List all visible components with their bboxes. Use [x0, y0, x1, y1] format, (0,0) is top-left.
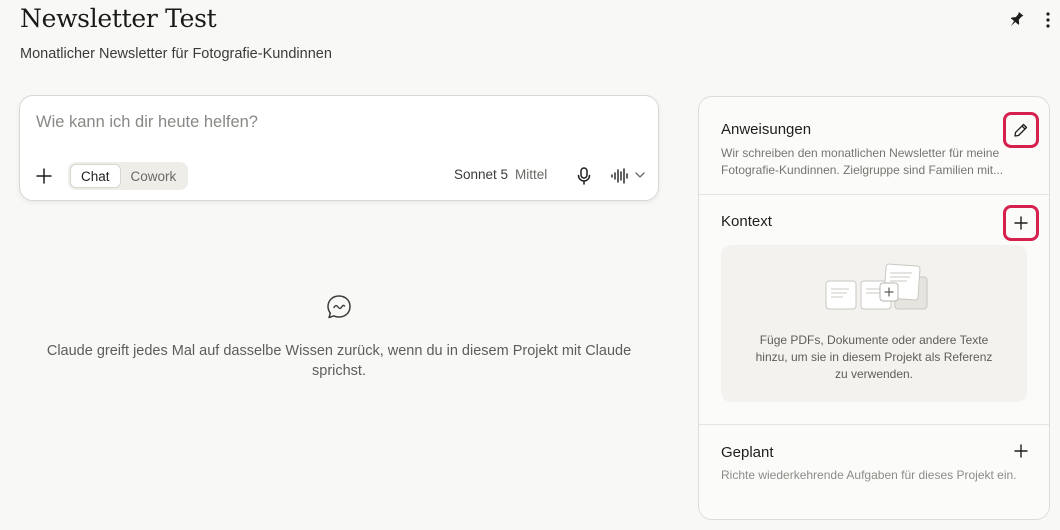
documents-illustration: [825, 263, 928, 310]
instructions-title: Anweisungen: [721, 121, 812, 138]
context-title: Kontext: [721, 213, 772, 230]
instructions-text: Wir schreiben den monatlichen Newsletter…: [721, 146, 1004, 177]
mic-icon[interactable]: [574, 166, 594, 186]
add-planned-task-button[interactable]: [1013, 443, 1029, 459]
message-input[interactable]: [36, 110, 636, 134]
model-selector[interactable]: Sonnet 5 Mittel: [454, 167, 547, 182]
pencil-icon: [1014, 123, 1028, 137]
mode-toggle: Chat Cowork: [68, 162, 189, 190]
planned-text: Richte wiederkehrende Aufgaben für diese…: [721, 468, 1017, 482]
header-actions: [1000, 10, 1060, 32]
planned-section: Geplant Richte wiederkehrende Aufgaben f…: [699, 424, 1049, 521]
edit-instructions-button[interactable]: [1003, 112, 1039, 148]
mode-chat[interactable]: Chat: [70, 164, 121, 188]
project-description: Monatlicher Newsletter für Fotografie-Ku…: [20, 46, 332, 62]
context-dropzone[interactable]: Füge PDFs, Dokumente oder andere Texte h…: [721, 245, 1027, 402]
effort-level: Mittel: [515, 167, 548, 182]
instructions-section: Anweisungen Wir schreiben den monatliche…: [699, 97, 1049, 194]
add-attachment-button[interactable]: [34, 166, 54, 186]
more-options-icon[interactable]: [1038, 10, 1058, 30]
page-title: Newsletter Test: [20, 4, 217, 33]
plus-icon: [1014, 216, 1028, 230]
empty-state-text: Claude greift jedes Mal auf dasselbe Wis…: [46, 343, 632, 379]
model-name: Sonnet 5: [454, 167, 509, 182]
project-side-panel: Anweisungen Wir schreiben den monatliche…: [698, 96, 1050, 520]
context-dropzone-text: Füge PDFs, Dokumente oder andere Texte h…: [755, 333, 993, 381]
voice-mode-icon[interactable]: [610, 166, 630, 186]
chat-composer: Chat Cowork Sonnet 5 Mittel: [19, 95, 659, 201]
context-section: Kontext Füge PDFs, Dokumente oder andere…: [699, 194, 1049, 424]
chat-bubble-icon: [327, 295, 351, 319]
planned-title: Geplant: [721, 444, 774, 461]
add-context-button[interactable]: [1003, 205, 1039, 241]
pin-icon[interactable]: [1006, 10, 1026, 30]
chevron-down-icon[interactable]: [634, 169, 646, 181]
mode-cowork[interactable]: Cowork: [121, 164, 187, 188]
